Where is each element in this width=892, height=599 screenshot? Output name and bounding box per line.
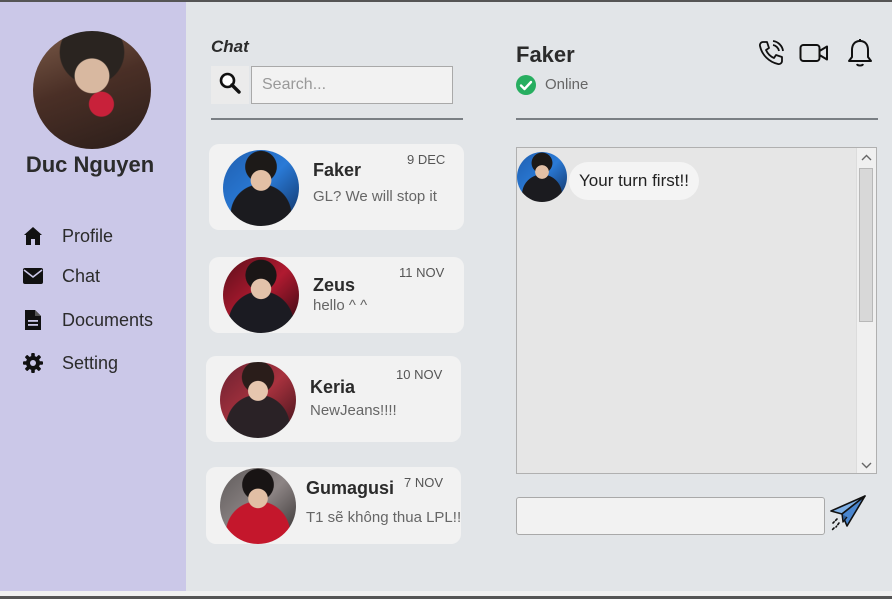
contact-date: 9 DEC [407, 152, 446, 167]
chat-list-title: Chat [211, 37, 249, 56]
online-status-icon [516, 75, 536, 95]
contact-item-faker[interactable]: Faker 9 DEC GL? We will stop it [209, 144, 464, 230]
sidebar-item-chat[interactable]: Chat [22, 263, 100, 289]
home-icon [22, 225, 44, 247]
message-input[interactable] [516, 497, 825, 535]
sidebar-item-documents[interactable]: Documents [22, 307, 153, 333]
sidebar: Duc Nguyen Profile Chat Documents Settin… [0, 2, 186, 591]
contact-last-message: NewJeans!!!! [310, 402, 397, 419]
status-text: Online [545, 76, 589, 93]
divider [211, 118, 463, 120]
user-name: Duc Nguyen [25, 152, 155, 177]
contact-last-message: hello ^ ^ [313, 297, 368, 314]
sidebar-item-setting[interactable]: Setting [22, 350, 118, 376]
video-call-button[interactable] [799, 40, 829, 70]
scroll-up-button[interactable] [857, 148, 876, 165]
sidebar-item-label: Profile [62, 225, 114, 246]
contact-item-keria[interactable]: Keria 10 NOV NewJeans!!!! [206, 356, 461, 442]
notifications-button[interactable] [845, 38, 875, 73]
scrollbar-thumb[interactable] [859, 168, 873, 322]
video-camera-icon [799, 42, 829, 69]
avatar [220, 362, 296, 438]
contact-date: 10 NOV [396, 367, 443, 382]
document-icon [22, 309, 44, 331]
contact-date: 11 NOV [399, 265, 445, 280]
search-icon [219, 72, 241, 99]
avatar [223, 257, 299, 333]
avatar[interactable] [33, 31, 151, 149]
contact-item-zeus[interactable]: Zeus 11 NOV hello ^ ^ [209, 257, 464, 333]
contact-last-message: T1 sẽ không thua LPL!! [306, 509, 462, 526]
phone-icon [757, 39, 785, 72]
conversation-contact-name: Faker [516, 42, 575, 67]
contact-date: 7 NOV [404, 475, 444, 490]
bell-icon [846, 38, 874, 73]
vertical-scrollbar[interactable] [856, 148, 876, 473]
envelope-icon [22, 265, 44, 287]
chevron-down-icon [861, 456, 872, 474]
contact-name: Gumagusi [306, 478, 395, 498]
send-button[interactable] [828, 494, 868, 534]
sidebar-item-label: Documents [62, 309, 154, 330]
divider [516, 118, 878, 120]
scroll-down-button[interactable] [857, 456, 876, 473]
phone-call-button[interactable] [756, 39, 786, 72]
chevron-up-icon [861, 148, 872, 166]
avatar [220, 468, 296, 544]
message-history-panel[interactable]: Your turn first!! [516, 147, 877, 474]
contact-name: Faker [313, 160, 362, 180]
contact-last-message: GL? We will stop it [313, 188, 437, 205]
sidebar-item-profile[interactable]: Profile [22, 223, 113, 249]
contact-name: Keria [310, 377, 356, 397]
sidebar-item-label: Setting [62, 352, 119, 373]
message-bubble: Your turn first!! [569, 162, 699, 200]
search-button[interactable] [211, 66, 249, 104]
sidebar-item-label: Chat [62, 265, 101, 286]
search-input[interactable] [251, 66, 453, 104]
paper-plane-icon [828, 492, 868, 537]
avatar [517, 152, 567, 202]
avatar [223, 150, 299, 226]
gear-icon [22, 352, 44, 374]
contact-item-gumagusi[interactable]: Gumagusi 7 NOV T1 sẽ không thua LPL!! [206, 467, 461, 544]
contact-name: Zeus [313, 275, 356, 295]
